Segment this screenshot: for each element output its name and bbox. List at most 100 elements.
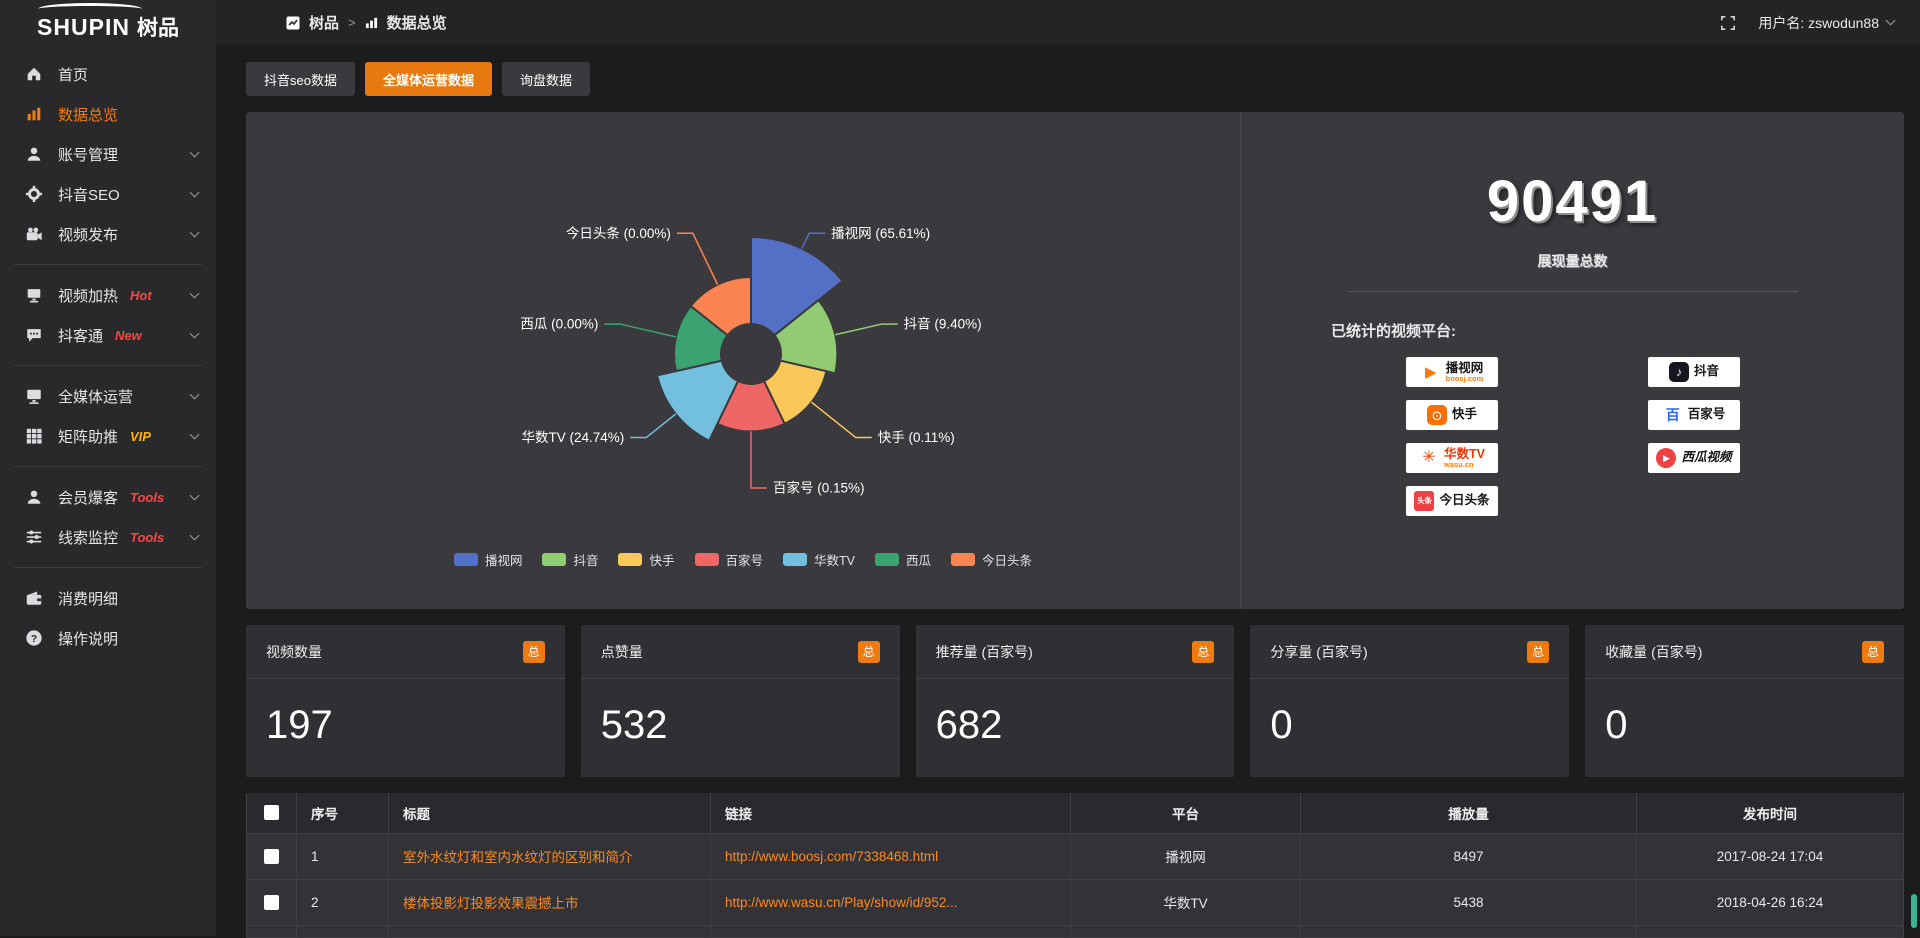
new-badge: New <box>115 328 142 343</box>
breadcrumb: 树品 > 数据总览 <box>286 12 447 33</box>
logo-cn: 树品 <box>137 17 179 40</box>
tab-omnimedia-operation-data[interactable]: 全媒体运营数据 <box>365 62 492 96</box>
scrollbar-thumb[interactable] <box>1911 894 1917 928</box>
sidebar-item-doukitong[interactable]: 抖客通 New <box>0 315 216 355</box>
app-logo: SHUPIN树品 <box>0 0 216 46</box>
legend-swatch <box>875 553 899 566</box>
sidebar: 首页 数据总览 账号管理 抖音SEO 视频发布 视频加热 Hot 抖客通 New… <box>0 46 216 936</box>
header-plays: 播放量 <box>1301 793 1637 833</box>
video-url-link[interactable]: http://www.wasu.cn/Play/show/id/952... <box>725 895 1069 910</box>
video-url-link[interactable]: http://www.boosj.com/7338468.html <box>725 849 1069 864</box>
sidebar-item-video-publish[interactable]: 视频发布 <box>0 214 216 254</box>
pie-label-line <box>811 402 871 437</box>
sidebar-item-label: 抖音SEO <box>58 184 120 205</box>
row-checkbox[interactable] <box>264 895 279 910</box>
tools-badge: Tools <box>130 530 164 545</box>
header-platform: 平台 <box>1071 793 1301 833</box>
sidebar-item-instructions[interactable]: ? 操作说明 <box>0 618 216 658</box>
sidebar-item-video-heating[interactable]: 视频加热 Hot <box>0 275 216 315</box>
stat-card-recommendations: 推荐量 (百家号)总 682 <box>916 625 1235 777</box>
platform-badge-boshiwang: ▶ 播视网boosj.com <box>1406 357 1498 387</box>
legend-swatch <box>542 553 566 566</box>
table-row-partial <box>247 925 1904 937</box>
platform-name: 百家号 <box>1688 408 1726 421</box>
platforms-grid: ▶ 播视网boosj.com ⊙ 快手 ✳ 华数TVwasu.cn 头条 今日头… <box>1406 357 1904 516</box>
sidebar-item-label: 矩阵助推 <box>58 426 118 447</box>
legend-item-快手[interactable]: 快手 <box>618 550 674 569</box>
sidebar-item-home[interactable]: 首页 <box>0 54 216 94</box>
stat-card-favorites: 收藏量 (百家号)总 0 <box>1585 625 1904 777</box>
platform-subtext: boosj.com <box>1446 375 1484 383</box>
baijiahao-icon: 百 <box>1663 405 1683 425</box>
platform-badge-wasu-tv: ✳ 华数TVwasu.cn <box>1406 443 1498 473</box>
stat-cards-row: 视频数量总 197 点赞量总 532 推荐量 (百家号)总 682 分享量 (百… <box>246 625 1904 777</box>
plays-cell: 8497 <box>1301 833 1637 879</box>
row-checkbox[interactable] <box>264 849 279 864</box>
sidebar-item-label: 视频发布 <box>58 224 118 245</box>
platform-name: 播视网 <box>1446 362 1484 375</box>
sidebar-item-consumption-details[interactable]: 消费明细 <box>0 578 216 618</box>
legend-label: 今日头条 <box>982 550 1032 569</box>
stat-value: 197 <box>246 679 565 748</box>
user-menu[interactable]: 用户名: zswodun88 <box>1758 13 1894 33</box>
platform-cell: 播视网 <box>1071 833 1301 879</box>
video-title-link[interactable]: 室外水纹灯和室内水纹灯的区别和简介 <box>403 846 709 866</box>
plays-cell: 5438 <box>1301 879 1637 925</box>
pie-label: 西瓜 (0.00%) <box>520 317 598 332</box>
logo-text: SHUPIN树品 <box>37 12 179 42</box>
total-badge: 总 <box>1192 641 1214 663</box>
platform-badge-baijiahao: 百 百家号 <box>1648 400 1740 430</box>
sidebar-item-matrix-boost[interactable]: 矩阵助推 VIP <box>0 416 216 456</box>
kuaishou-icon: ⊙ <box>1427 405 1447 425</box>
platform-cell: 华数TV <box>1071 879 1301 925</box>
bar-chart-icon <box>365 16 378 29</box>
display-icon <box>24 286 43 304</box>
select-all-checkbox[interactable] <box>264 805 279 820</box>
stat-title: 视频数量 <box>266 642 322 662</box>
legend-item-西瓜[interactable]: 西瓜 <box>875 550 931 569</box>
total-badge: 总 <box>1527 641 1549 663</box>
sidebar-item-data-overview[interactable]: 数据总览 <box>0 94 216 134</box>
sidebar-divider <box>14 264 202 265</box>
legend-item-今日头条[interactable]: 今日头条 <box>951 550 1032 569</box>
fullscreen-icon[interactable] <box>1720 15 1736 31</box>
breadcrumb-root[interactable]: 树品 <box>309 12 339 33</box>
pie-label-line <box>802 233 825 248</box>
hot-badge: Hot <box>130 288 152 303</box>
sidebar-item-lead-monitoring[interactable]: 线索监控 Tools <box>0 517 216 557</box>
sidebar-divider <box>14 365 202 366</box>
legend-swatch <box>454 553 478 566</box>
platform-badge-kuaishou: ⊙ 快手 <box>1406 400 1498 430</box>
legend-item-播视网[interactable]: 播视网 <box>454 550 523 569</box>
vip-badge: VIP <box>130 429 151 444</box>
pie-slice-华数TV[interactable] <box>657 361 738 441</box>
username-label: 用户名: zswodun88 <box>1758 13 1879 33</box>
sidebar-item-account-management[interactable]: 账号管理 <box>0 134 216 174</box>
chevron-down-icon <box>190 490 200 500</box>
sidebar-item-omnimedia-operation[interactable]: 全媒体运营 <box>0 376 216 416</box>
legend-swatch <box>951 553 975 566</box>
platform-badge-toutiao: 头条 今日头条 <box>1406 486 1498 516</box>
total-badge: 总 <box>1862 641 1884 663</box>
video-title-link[interactable]: 楼体投影灯投影效果震撼上市 <box>403 892 709 912</box>
legend-item-华数TV[interactable]: 华数TV <box>783 550 855 569</box>
summary-divider <box>1348 291 1798 292</box>
legend-item-抖音[interactable]: 抖音 <box>542 550 598 569</box>
index-cell: 2 <box>297 879 389 925</box>
tab-douyin-seo-data[interactable]: 抖音seo数据 <box>246 62 355 96</box>
legend-label: 华数TV <box>814 550 855 569</box>
stat-card-video-count: 视频数量总 197 <box>246 625 565 777</box>
publish-time-cell: 2017-08-24 17:04 <box>1637 833 1904 879</box>
legend-swatch <box>783 553 807 566</box>
table-row: 1 室外水纹灯和室内水纹灯的区别和简介 http://www.boosj.com… <box>247 833 1904 879</box>
legend-item-百家号[interactable]: 百家号 <box>695 550 764 569</box>
tab-inquiry-data[interactable]: 询盘数据 <box>502 62 590 96</box>
sidebar-item-label: 账号管理 <box>58 144 118 165</box>
sidebar-item-douyin-seo[interactable]: 抖音SEO <box>0 174 216 214</box>
stat-value: 0 <box>1585 679 1904 748</box>
header-index: 序号 <box>297 793 389 833</box>
monitor-icon <box>24 387 43 405</box>
sidebar-item-member-baoke[interactable]: 会员爆客 Tools <box>0 477 216 517</box>
svg-text:?: ? <box>30 634 36 645</box>
wallet-icon <box>24 589 43 607</box>
